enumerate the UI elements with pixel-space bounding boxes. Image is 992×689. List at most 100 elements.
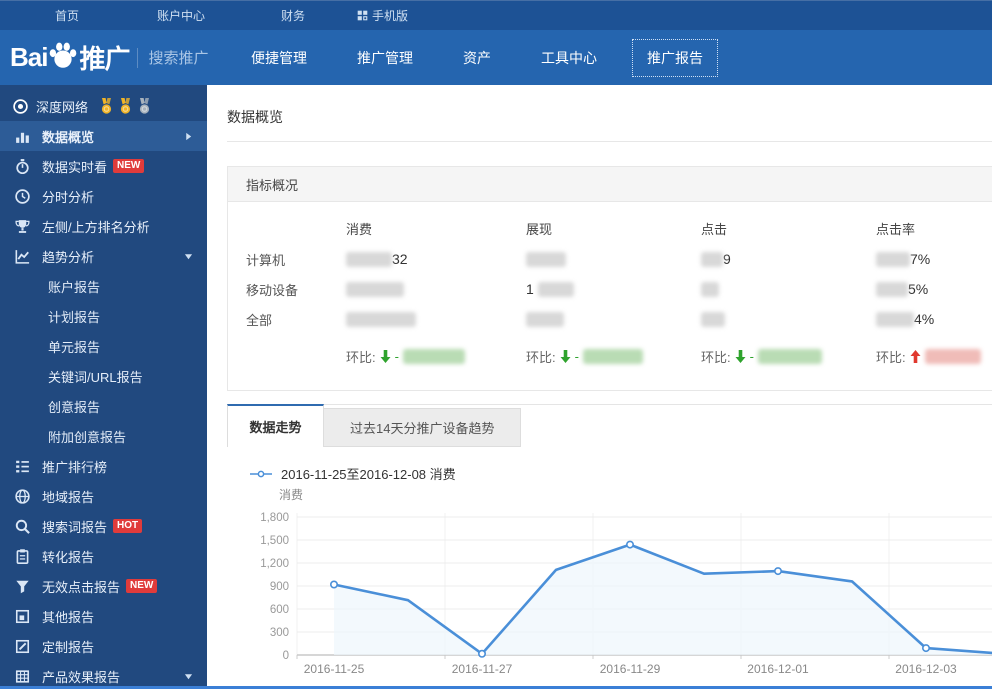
metric-value-cell: 7% [876, 244, 992, 274]
sidebar-item-9[interactable]: 无效点击报告 NEW [0, 571, 207, 601]
redacted-value [701, 251, 723, 267]
topbar-mobile-label: 手机版 [372, 9, 409, 23]
redacted-value [346, 311, 416, 327]
sidebar-account[interactable]: 深度网络 [0, 91, 207, 121]
medal-gold-icon [99, 97, 114, 115]
column-header-label: 展现 [526, 221, 553, 237]
badge-hot: HOT [113, 519, 143, 533]
value-fragment: 32 [392, 251, 408, 267]
row-label: 移动设备 [246, 274, 346, 304]
sidebar-subitem[interactable]: 计划报告 [0, 301, 207, 331]
sidebar-subitem[interactable]: 账户报告 [0, 271, 207, 301]
row-label: 计算机 [246, 252, 286, 268]
chevron-down-icon [184, 252, 193, 261]
column-header: 展现 [526, 212, 701, 244]
sidebar-item-label: 分时分析 [42, 189, 95, 205]
redacted-ratio-value [757, 348, 822, 364]
svg-text:1,500: 1,500 [260, 535, 289, 547]
data-point-marker [478, 649, 487, 658]
topbar-item-finance[interactable]: 财务 [281, 7, 305, 24]
sidebar-item-4[interactable]: 趋势分析 [0, 241, 207, 271]
app-window: 首页 账户中心 财务 手机版 Bai 推广 搜索推广 便捷管理 推广管理 资产 … [0, 0, 992, 689]
sidebar-subitem[interactable]: 关键词/URL报告 [0, 361, 207, 391]
sidebar-item-label: 地域报告 [42, 489, 95, 505]
ratio-cell: 环比: - [701, 338, 876, 374]
sidebar-item-11[interactable]: 定制报告 [0, 631, 207, 661]
sidebar-item-label: 趋势分析 [42, 249, 95, 265]
redacted-value [701, 281, 719, 297]
sidebar-item-5[interactable]: 推广排行榜 [0, 451, 207, 481]
redacted-value [876, 311, 914, 327]
ratio-label: 环比: [701, 349, 731, 365]
svg-text:2016-11-27: 2016-11-27 [452, 662, 513, 676]
metric-value-cell: 5% [876, 274, 992, 304]
redacted-value [346, 281, 404, 297]
sidebar-subitem[interactable]: 创意报告 [0, 391, 207, 421]
trend-chart[interactable]: 0 300 600 900 1,200 1,500 1,800 消费 2016-11-25 201… [227, 485, 992, 685]
account-medals [99, 97, 152, 115]
redacted-ratio-value [582, 348, 643, 364]
nav-item-assets[interactable]: 资产 [449, 40, 505, 76]
metric-value-cell [526, 304, 701, 334]
metrics-panel-title: 指标概况 [228, 167, 992, 202]
sidebar-item-10[interactable]: 其他报告 [0, 601, 207, 631]
sidebar-subitem-label: 账户报告 [48, 279, 101, 295]
metrics-overview-panel: 指标概况 消费 展现 点击 点击率 计算机 32 9 7% 移动设备 1 5% 全部 4% 环比: - 环比… [227, 166, 992, 391]
sidebar-item-1[interactable]: 数据实时看 NEW [0, 151, 207, 181]
main-content: 数据概览 指标概况 消费 展现 点击 点击率 计算机 32 9 7% 移动设备 1 5% 全部 4% 环… [207, 85, 992, 689]
sidebar-item-label: 产品效果报告 [42, 669, 121, 685]
nav-item-promo-report[interactable]: 推广报告 [632, 38, 718, 77]
page-title: 数据概览 [227, 107, 992, 142]
row-label: 全部 [246, 312, 273, 328]
row-label: 计算机 [246, 244, 346, 274]
main-nav-items: 便捷管理 推广管理 资产 工具中心 推广报告 [237, 38, 739, 77]
sidebar-subitem-label: 单元报告 [48, 339, 101, 355]
topbar-item-home[interactable]: 首页 [55, 7, 79, 24]
sidebar-item-8[interactable]: 转化报告 [0, 541, 207, 571]
nav-item-quick-manage[interactable]: 便捷管理 [237, 40, 321, 76]
sidebar-menu: 数据概览 数据实时看 NEW 分时分析左侧/上方排名分析趋势分析账户报告计划报告单元报… [0, 121, 207, 689]
topbar-item-mobile-version[interactable]: 手机版 [357, 7, 408, 24]
ratio-sign: - [574, 348, 579, 364]
baidu-paw-icon [48, 40, 78, 70]
chart-legend[interactable]: 2016-11-25至2016-12-08 消费 [250, 464, 992, 483]
trophy-icon [14, 218, 31, 235]
redacted-value [876, 251, 910, 267]
ratio-sign: - [394, 348, 399, 364]
tab-14day-device-trend[interactable]: 过去14天分推广设备趋势 [324, 408, 522, 447]
value-fragment: 7% [910, 251, 931, 267]
topbar-item-account-center[interactable]: 账户中心 [157, 7, 205, 24]
value-fragment: 4% [914, 311, 935, 327]
baidu-brand-logo[interactable]: Bai 推广 搜索推广 [10, 39, 215, 76]
sidebar-item-3[interactable]: 左侧/上方排名分析 [0, 211, 207, 241]
trend-chart-area: 0 300 600 900 1,200 1,500 1,800 消费 2016-11-25 201… [227, 485, 992, 685]
sidebar-subitem-label: 附加创意报告 [48, 429, 127, 445]
nav-item-promo-manage[interactable]: 推广管理 [343, 40, 427, 76]
legend-line-marker-icon [250, 469, 272, 479]
arrow-down-icon [560, 349, 571, 363]
tab-data-trend[interactable]: 数据走势 [227, 404, 324, 447]
sidebar-item-2[interactable]: 分时分析 [0, 181, 207, 211]
value-fragment: 5% [908, 281, 929, 297]
sidebar-item-0[interactable]: 数据概览 [0, 121, 207, 151]
logo-text-tuiguang: 推广 [79, 44, 130, 74]
sidebar-item-12[interactable]: 产品效果报告 [0, 661, 207, 689]
account-name-label: 深度网络 [36, 99, 89, 115]
search-icon [14, 518, 31, 535]
sidebar-subitem[interactable]: 附加创意报告 [0, 421, 207, 451]
sidebar-subitem-label: 创意报告 [48, 399, 101, 415]
clipboard-icon [14, 548, 31, 565]
value-fragment: 9 [723, 251, 731, 267]
column-header: 消费 [346, 212, 526, 244]
metrics-table: 消费 展现 点击 点击率 计算机 32 9 7% 移动设备 1 5% 全部 4% 环比: - 环比: - 环比:… [228, 202, 992, 390]
nav-item-tool-center[interactable]: 工具中心 [527, 40, 611, 76]
sidebar-item-6[interactable]: 地域报告 [0, 481, 207, 511]
sidebar-subitem[interactable]: 单元报告 [0, 331, 207, 361]
sidebar-item-label: 推广排行榜 [42, 459, 108, 475]
bar-chart-icon [14, 128, 31, 145]
sidebar-item-7[interactable]: 搜索词报告 HOT [0, 511, 207, 541]
sidebar-item-label: 数据实时看 [42, 159, 108, 175]
sidebar-subitem-label: 关键词/URL报告 [48, 369, 143, 385]
redacted-ratio-value [924, 348, 981, 364]
main-navbar: Bai 推广 搜索推广 便捷管理 推广管理 资产 工具中心 推广报告 [0, 30, 992, 85]
